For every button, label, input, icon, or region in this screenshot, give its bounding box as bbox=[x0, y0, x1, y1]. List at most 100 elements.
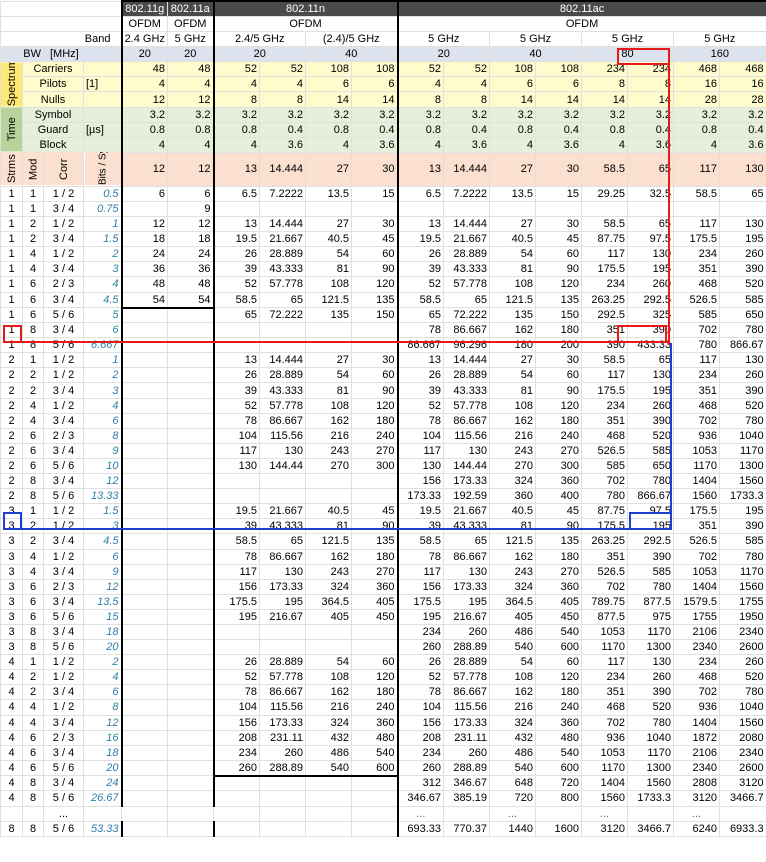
strms-cell[interactable]: 3 bbox=[0, 639, 23, 656]
bits-per-symbol[interactable]: 8 bbox=[83, 427, 122, 444]
rate-cell[interactable]: 585 bbox=[627, 563, 675, 580]
param-value[interactable]: 234 bbox=[581, 61, 629, 78]
param-value[interactable]: 108 bbox=[305, 61, 352, 78]
bits-per-symbol[interactable]: 6 bbox=[83, 548, 122, 565]
rate-cell[interactable]: 526.5 bbox=[673, 533, 721, 550]
param-value[interactable]: 8 bbox=[581, 76, 629, 93]
param-value[interactable]: 12 bbox=[167, 91, 215, 108]
rate-cell[interactable]: 1053 bbox=[673, 563, 721, 580]
mod-cell[interactable]: 6 bbox=[22, 593, 44, 610]
rate-cell[interactable]: 90 bbox=[350, 382, 399, 399]
param-value[interactable]: 3.6 bbox=[259, 136, 306, 153]
param-value[interactable]: 3.2 bbox=[213, 106, 260, 123]
corr-cell[interactable]: 3 / 4 bbox=[43, 200, 84, 218]
rate-cell[interactable] bbox=[167, 533, 215, 550]
bits-per-symbol[interactable]: 1.5 bbox=[83, 503, 122, 520]
rate-cell[interactable] bbox=[120, 548, 168, 565]
rate-cell[interactable] bbox=[120, 397, 168, 414]
rate-cell[interactable]: 720 bbox=[535, 775, 583, 792]
bits-per-symbol[interactable]: 53.33 bbox=[83, 820, 122, 837]
rate-cell[interactable]: 390 bbox=[627, 684, 675, 701]
corr-cell[interactable]: 2 / 3 bbox=[43, 276, 84, 293]
param-value[interactable]: 3.2 bbox=[673, 106, 721, 123]
rate-cell[interactable]: 130 bbox=[259, 563, 306, 580]
param-unit[interactable]: [1] bbox=[83, 76, 122, 93]
param-value[interactable]: 4 bbox=[673, 136, 721, 153]
rate-cell[interactable]: 770.37 bbox=[443, 820, 491, 837]
rate-cell[interactable]: 57.778 bbox=[259, 397, 306, 414]
rate-cell[interactable]: 52 bbox=[397, 276, 445, 293]
ellipsis-cell[interactable] bbox=[350, 805, 399, 822]
rate-cell[interactable]: 58.5 bbox=[673, 185, 721, 202]
rate-cell[interactable] bbox=[167, 563, 215, 580]
rate-cell[interactable]: 60 bbox=[535, 246, 583, 263]
corr-cell[interactable]: 3 / 4 bbox=[43, 382, 84, 399]
bits-total[interactable]: 27 bbox=[305, 151, 352, 187]
rate-cell[interactable]: 81 bbox=[489, 518, 537, 535]
rate-cell[interactable] bbox=[120, 442, 168, 459]
rate-cell[interactable] bbox=[120, 337, 168, 354]
rate-cell[interactable]: 1170 bbox=[719, 442, 766, 459]
bw-cell[interactable]: 20 bbox=[167, 46, 215, 63]
rate-cell[interactable] bbox=[167, 623, 215, 641]
param-value[interactable]: 6 bbox=[535, 76, 583, 93]
rate-cell[interactable]: 40.5 bbox=[305, 231, 352, 248]
rate-cell[interactable] bbox=[259, 775, 306, 792]
param-unit[interactable] bbox=[83, 61, 122, 78]
strms-cell[interactable]: 2 bbox=[0, 412, 23, 429]
rate-cell[interactable] bbox=[305, 820, 352, 837]
rate-cell[interactable]: 28.889 bbox=[259, 246, 306, 263]
rate-cell[interactable]: 351 bbox=[581, 548, 629, 565]
bits-per-symbol[interactable]: 1 bbox=[83, 352, 122, 369]
rate-cell[interactable] bbox=[305, 790, 352, 807]
rate-cell[interactable]: 468 bbox=[673, 276, 721, 293]
rate-cell[interactable]: 120 bbox=[350, 397, 399, 414]
param-unit[interactable] bbox=[83, 136, 122, 153]
corr-cell[interactable]: 5 / 6 bbox=[43, 608, 84, 625]
rate-cell[interactable]: 270 bbox=[535, 442, 583, 459]
rate-cell[interactable]: 58.5 bbox=[397, 291, 445, 308]
rate-cell[interactable]: 162 bbox=[305, 548, 352, 565]
mod-cell[interactable]: 2 bbox=[22, 518, 44, 535]
rate-cell[interactable]: 1950 bbox=[719, 608, 766, 625]
rate-cell[interactable]: 13 bbox=[213, 352, 260, 369]
rate-cell[interactable]: 288.89 bbox=[443, 639, 491, 656]
param-value[interactable]: 52 bbox=[259, 61, 306, 78]
bits-per-symbol[interactable]: 24 bbox=[83, 775, 122, 792]
standard-80211n[interactable]: 802.11n bbox=[212, 0, 399, 17]
param-value[interactable]: 0.8 bbox=[489, 121, 537, 138]
rate-cell[interactable]: 108 bbox=[489, 276, 537, 293]
param-value[interactable]: 6 bbox=[305, 76, 352, 93]
rate-cell[interactable]: 156 bbox=[397, 714, 445, 731]
param-value[interactable]: 3.2 bbox=[581, 106, 629, 123]
rate-cell[interactable]: 60 bbox=[350, 246, 399, 263]
param-value[interactable]: 3.2 bbox=[627, 106, 675, 123]
rate-cell[interactable]: 24 bbox=[120, 246, 168, 263]
rate-cell[interactable] bbox=[350, 820, 399, 837]
mod-cell[interactable]: 4 bbox=[22, 548, 44, 565]
rate-cell[interactable]: 234 bbox=[397, 623, 445, 641]
rate-cell[interactable]: 3120 bbox=[719, 775, 766, 792]
corr-cell[interactable]: 3 / 4 bbox=[43, 412, 84, 429]
rate-cell[interactable]: 390 bbox=[719, 382, 766, 399]
mod-cell[interactable]: 6 bbox=[22, 457, 44, 475]
rate-cell[interactable]: 2340 bbox=[719, 623, 766, 641]
rate-cell[interactable]: 390 bbox=[627, 548, 675, 565]
rate-cell[interactable]: 60 bbox=[350, 654, 399, 671]
rate-cell[interactable]: 117 bbox=[581, 246, 629, 263]
rate-cell[interactable]: 324 bbox=[489, 578, 537, 595]
corr-cell[interactable]: 3 / 4 bbox=[43, 291, 84, 308]
mod-cell[interactable]: 6 bbox=[22, 442, 44, 459]
rate-cell[interactable]: 260 bbox=[397, 639, 445, 656]
strms-cell[interactable]: 3 bbox=[0, 503, 23, 520]
rate-cell[interactable]: 180 bbox=[350, 412, 399, 429]
mod-cell[interactable]: 6 bbox=[22, 759, 44, 777]
rate-cell[interactable] bbox=[305, 322, 352, 339]
rate-cell[interactable]: 7.2222 bbox=[259, 185, 306, 202]
rate-cell[interactable]: 78 bbox=[397, 412, 445, 429]
rate-cell[interactable]: 78 bbox=[213, 684, 260, 701]
rate-cell[interactable] bbox=[167, 473, 215, 490]
param-value[interactable]: 0.4 bbox=[719, 121, 766, 138]
ellipsis-cell[interactable] bbox=[719, 805, 766, 822]
rate-cell[interactable]: 65 bbox=[259, 291, 306, 308]
